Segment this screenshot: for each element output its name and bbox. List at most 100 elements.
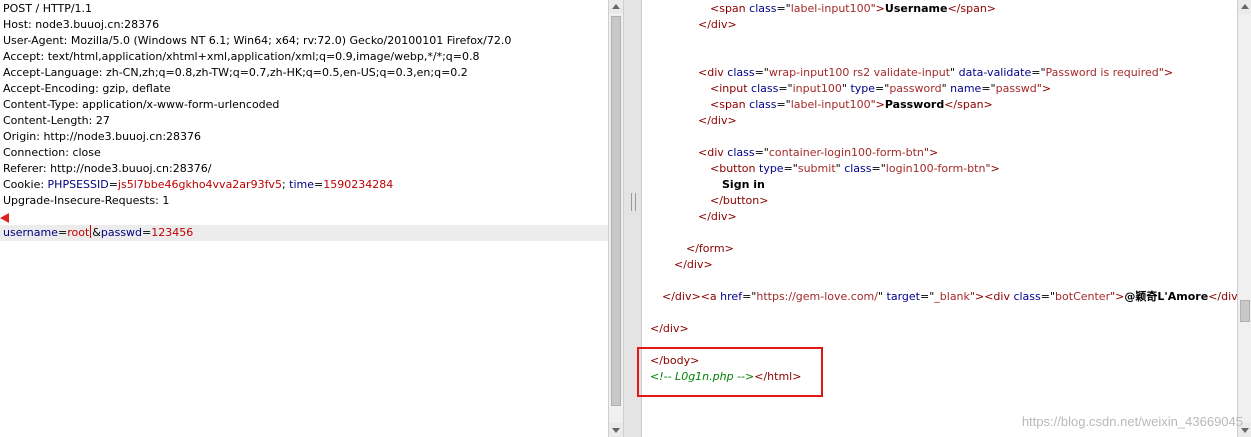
response-line: </div>: [642, 209, 1237, 225]
code-token: =": [1031, 66, 1046, 79]
response-line: <button type="submit" class="login100-fo…: [642, 161, 1237, 177]
code-token: 1590234284: [323, 178, 394, 191]
code-token: Accept-Language: zh-CN,zh;q=0.8,zh-TW;q=…: [3, 66, 468, 79]
response-line: </form>: [642, 241, 1237, 257]
request-line[interactable]: [0, 209, 608, 225]
code-token: href: [720, 290, 743, 303]
request-line[interactable]: Upgrade-Insecure-Requests: 1: [0, 193, 608, 209]
request-line[interactable]: Connection: close: [0, 145, 608, 161]
code-token: time: [289, 178, 315, 191]
highlight-box: [637, 347, 823, 397]
response-line: [642, 129, 1237, 145]
code-token: </div>: [698, 18, 737, 31]
code-token: @颖奇L'Amore: [1124, 290, 1209, 303]
code-token: <a: [700, 290, 721, 303]
code-token: root: [67, 226, 90, 239]
response-scroll-thumb[interactable]: [1240, 300, 1250, 322]
request-line[interactable]: Accept: text/html,application/xhtml+xml,…: [0, 49, 608, 65]
body-separator-marker-icon: [0, 213, 9, 223]
code-token: input100: [792, 82, 842, 95]
code-token: passwd: [995, 82, 1037, 95]
code-token: ">: [870, 98, 885, 111]
scroll-up-arrow-icon[interactable]: [1238, 0, 1251, 14]
code-token: <div: [698, 146, 728, 159]
code-token: js5l7bbe46gkho4vva2ar93fv5: [117, 178, 282, 191]
code-token: Sign in: [722, 178, 765, 191]
code-token: </div>: [698, 210, 737, 223]
response-line: <span class="label-input100">Username</s…: [642, 1, 1237, 17]
code-token: =: [142, 226, 152, 239]
response-line: [642, 49, 1237, 65]
code-token: ": [950, 66, 959, 79]
code-token: POST / HTTP/1.1: [3, 2, 93, 15]
request-line[interactable]: POST / HTTP/1.1: [0, 1, 608, 17]
request-body-line[interactable]: username=root &passwd=123456: [0, 225, 608, 241]
code-token: =": [778, 82, 793, 95]
code-token: <span: [710, 98, 750, 111]
response-line: <span class="label-input100">Password</s…: [642, 97, 1237, 113]
code-token: Content-Length: 27: [3, 114, 110, 127]
request-scrollbar[interactable]: [608, 0, 623, 437]
response-line: </div>: [642, 321, 1237, 337]
code-token: container-login100-form-btn: [768, 146, 924, 159]
request-line[interactable]: Accept-Language: zh-CN,zh;q=0.8,zh-TW;q=…: [0, 65, 608, 81]
code-token: <div: [984, 290, 1014, 303]
code-token: =": [1040, 290, 1056, 303]
request-line[interactable]: Accept-Encoding: gzip, deflate: [0, 81, 608, 97]
code-token: =": [871, 162, 886, 175]
code-token: Host: node3.buuoj.cn:28376: [3, 18, 160, 31]
code-token: class: [749, 2, 777, 15]
code-token: ">: [985, 162, 1000, 175]
code-token: class: [749, 98, 777, 111]
code-token: type: [850, 82, 876, 95]
scroll-down-arrow-icon[interactable]: [609, 423, 623, 437]
response-line: </div>: [642, 113, 1237, 129]
code-token: class: [751, 82, 779, 95]
splitter-grip-icon[interactable]: [631, 193, 636, 211]
code-token: password: [889, 82, 942, 95]
code-token: </button>: [710, 194, 769, 207]
code-token: =": [754, 66, 769, 79]
code-token: =": [754, 146, 769, 159]
code-token: Connection: close: [3, 146, 101, 159]
response-line: <div class="container-login100-form-btn"…: [642, 145, 1237, 161]
code-token: <button: [710, 162, 759, 175]
code-token: Accept-Encoding: gzip, deflate: [3, 82, 171, 95]
code-token: Cookie:: [3, 178, 48, 191]
scroll-up-arrow-icon[interactable]: [609, 0, 623, 14]
response-scrollbar[interactable]: [1237, 0, 1251, 437]
code-token: </div>: [650, 322, 689, 335]
code-token: 123456: [151, 226, 194, 239]
response-line: [642, 225, 1237, 241]
code-token: =": [776, 2, 791, 15]
code-token: Username: [884, 2, 948, 15]
code-token: </div>: [698, 114, 737, 127]
code-token: </span>: [947, 2, 997, 15]
code-token: _blank: [934, 290, 970, 303]
code-token: label-input100: [790, 2, 871, 15]
code-token: ": [941, 82, 951, 95]
request-scroll-thumb[interactable]: [611, 16, 621, 406]
request-editor[interactable]: POST / HTTP/1.1 Host: node3.buuoj.cn:2837…: [0, 0, 608, 437]
response-line: [642, 273, 1237, 289]
code-token: Content-Type: application/x-www-form-url…: [3, 98, 280, 111]
request-line[interactable]: Origin: http://node3.buuoj.cn:28376: [0, 129, 608, 145]
code-token: Accept: text/html,application/xhtml+xml,…: [3, 50, 480, 63]
code-token: class: [844, 162, 872, 175]
code-token: login100-form-btn: [885, 162, 986, 175]
request-line[interactable]: Content-Length: 27: [0, 113, 608, 129]
code-token: <div: [698, 66, 728, 79]
watermark: https://blog.csdn.net/weixin_43669045: [1021, 414, 1243, 429]
response-line: </div><a href="https://gem-love.com/" ta…: [642, 289, 1237, 305]
request-line[interactable]: Content-Type: application/x-www-form-url…: [0, 97, 608, 113]
request-line[interactable]: Referer: http://node3.buuoj.cn:28376/: [0, 161, 608, 177]
code-token: botCenter: [1055, 290, 1111, 303]
code-token: =": [783, 162, 798, 175]
request-line[interactable]: Host: node3.buuoj.cn:28376: [0, 17, 608, 33]
code-token: </div>: [674, 258, 713, 271]
request-line[interactable]: User-Agent: Mozilla/5.0 (Windows NT 6.1;…: [0, 33, 608, 49]
code-token: <input: [710, 82, 752, 95]
code-token: </div></a>: [1208, 290, 1237, 303]
request-line[interactable]: Cookie: PHPSESSID=js5l7bbe46gkho4vva2ar9…: [0, 177, 608, 193]
code-token: PHPSESSID: [47, 178, 109, 191]
